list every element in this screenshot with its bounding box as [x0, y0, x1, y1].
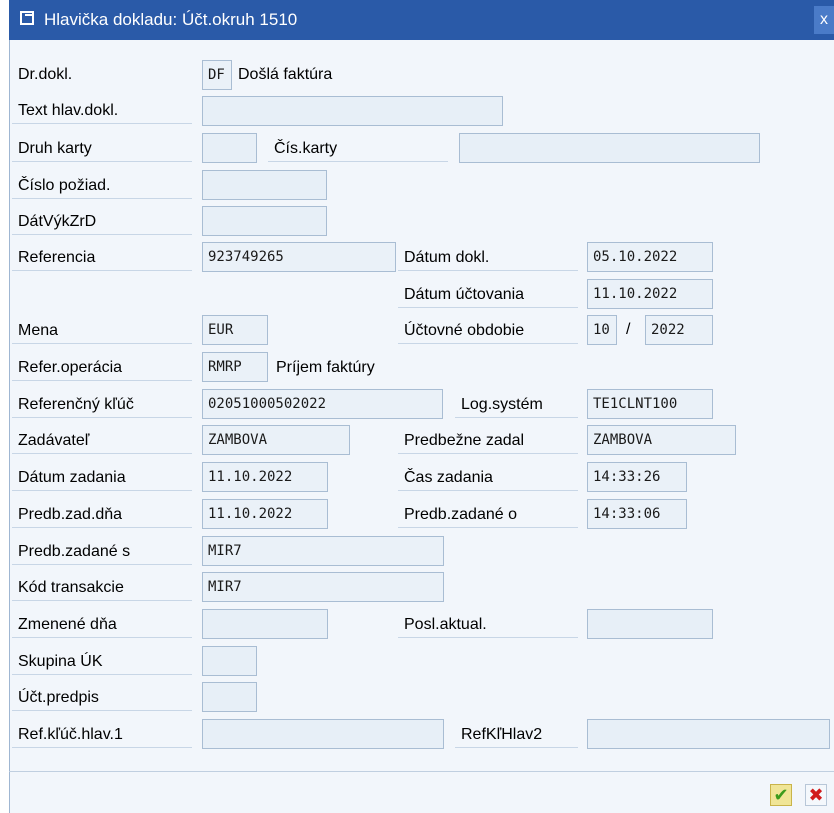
accounting-principle-input[interactable]	[202, 682, 257, 712]
label-mena: Mena	[12, 318, 192, 344]
entry-date-field[interactable]: 11.10.2022	[202, 462, 328, 492]
reference-field[interactable]: 923749265	[202, 242, 396, 272]
card-number-input[interactable]	[459, 133, 760, 163]
parked-with-transaction-field[interactable]: MIR7	[202, 536, 444, 566]
close-icon[interactable]: x	[814, 6, 834, 34]
header-text-input[interactable]	[202, 96, 503, 126]
label-datum-zadania: Dátum zadania	[12, 465, 192, 491]
parked-time-field[interactable]: 14:33:06	[587, 499, 687, 529]
request-number-input[interactable]	[202, 170, 327, 200]
footer-divider	[9, 771, 834, 772]
label-predb-zad-dna: Predb.zad.dňa	[12, 502, 192, 528]
transaction-code-field[interactable]: MIR7	[202, 572, 444, 602]
label-datvykzrd: DátVýkZrD	[12, 209, 192, 235]
period-year-field[interactable]: 2022	[645, 315, 713, 345]
cancel-button[interactable]: ✖	[805, 784, 827, 806]
parked-date-field[interactable]: 11.10.2022	[202, 499, 328, 529]
label-uct-predpis: Účt.predpis	[12, 685, 192, 711]
posting-date-field[interactable]: 11.10.2022	[587, 279, 713, 309]
label-dr-dokl: Dr.dokl.	[18, 66, 73, 83]
dialog-title: Hlavička dokladu: Účt.okruh 1510	[44, 10, 298, 29]
label-referencny-kluc: Referenčný kľúč	[12, 392, 192, 418]
ref-operation-field[interactable]: RMRP	[202, 352, 268, 382]
label-log-system: Log.systém	[455, 392, 578, 418]
checkmark-icon: ✔	[773, 785, 789, 805]
label-cas-zadania: Čas zadania	[398, 465, 578, 491]
cancel-x-icon: ✖	[808, 785, 824, 805]
label-ref-kluc-hlav1: Ref.kľúč.hlav.1	[12, 722, 192, 748]
label-posl-aktual: Posl.aktual.	[398, 612, 578, 638]
label-text-hlav-dokl: Text hlav.dokl.	[12, 98, 192, 124]
label-kod-transakcie: Kód transakcie	[12, 575, 192, 601]
label-datum-uctovania: Dátum účtovania	[398, 282, 578, 308]
ref-key-header2-input[interactable]	[587, 719, 830, 749]
label-refklhlav2: RefKľHlav2	[455, 722, 578, 748]
label-cislo-poziad: Číslo požiad.	[12, 173, 192, 199]
document-date-field[interactable]: 05.10.2022	[587, 242, 713, 272]
label-cis-karty: Čís.karty	[268, 136, 448, 162]
document-type-field[interactable]: DF	[202, 60, 232, 90]
label-uctovne-obdobie: Účtovné obdobie	[398, 318, 578, 344]
dialog-title-bar: Hlavička dokladu: Účt.okruh 1510 x	[9, 0, 834, 40]
entry-time-field[interactable]: 14:33:26	[587, 462, 687, 492]
label-predb-zadane-o: Predb.zadané o	[398, 502, 578, 528]
parked-by-field[interactable]: ZAMBOVA	[587, 425, 736, 455]
label-skupina-uk: Skupina ÚK	[12, 649, 192, 675]
label-predb-zadane-s: Predb.zadané s	[12, 539, 192, 565]
confirm-button[interactable]: ✔	[770, 784, 792, 806]
label-refer-operacia: Refer.operácia	[12, 355, 192, 381]
datvykzrd-input[interactable]	[202, 206, 327, 236]
ref-key-header1-input[interactable]	[202, 719, 444, 749]
label-zadavatel: Zadávateľ	[12, 428, 192, 454]
label-predbezne-zadal: Predbežne zadal	[398, 428, 578, 454]
entered-by-field[interactable]: ZAMBOVA	[202, 425, 350, 455]
document-type-description: Došlá faktúra	[238, 66, 333, 83]
label-datum-dokl: Dátum dokl.	[398, 245, 578, 271]
currency-field[interactable]: EUR	[202, 315, 268, 345]
card-type-input[interactable]	[202, 133, 257, 163]
period-separator: /	[626, 321, 631, 338]
ledger-group-input[interactable]	[202, 646, 257, 676]
changed-on-field[interactable]	[202, 609, 328, 639]
label-referencia: Referencia	[12, 245, 192, 271]
period-month-field[interactable]: 10	[587, 315, 617, 345]
label-druh-karty: Druh karty	[12, 136, 192, 162]
last-update-field[interactable]	[587, 609, 713, 639]
ref-operation-description: Príjem faktúry	[276, 359, 375, 376]
reference-key-field[interactable]: 02051000502022	[202, 389, 443, 419]
label-zmenene-dna: Zmenené dňa	[12, 612, 192, 638]
logical-system-field[interactable]: TE1CLNT100	[587, 389, 713, 419]
document-header-icon	[20, 11, 34, 25]
